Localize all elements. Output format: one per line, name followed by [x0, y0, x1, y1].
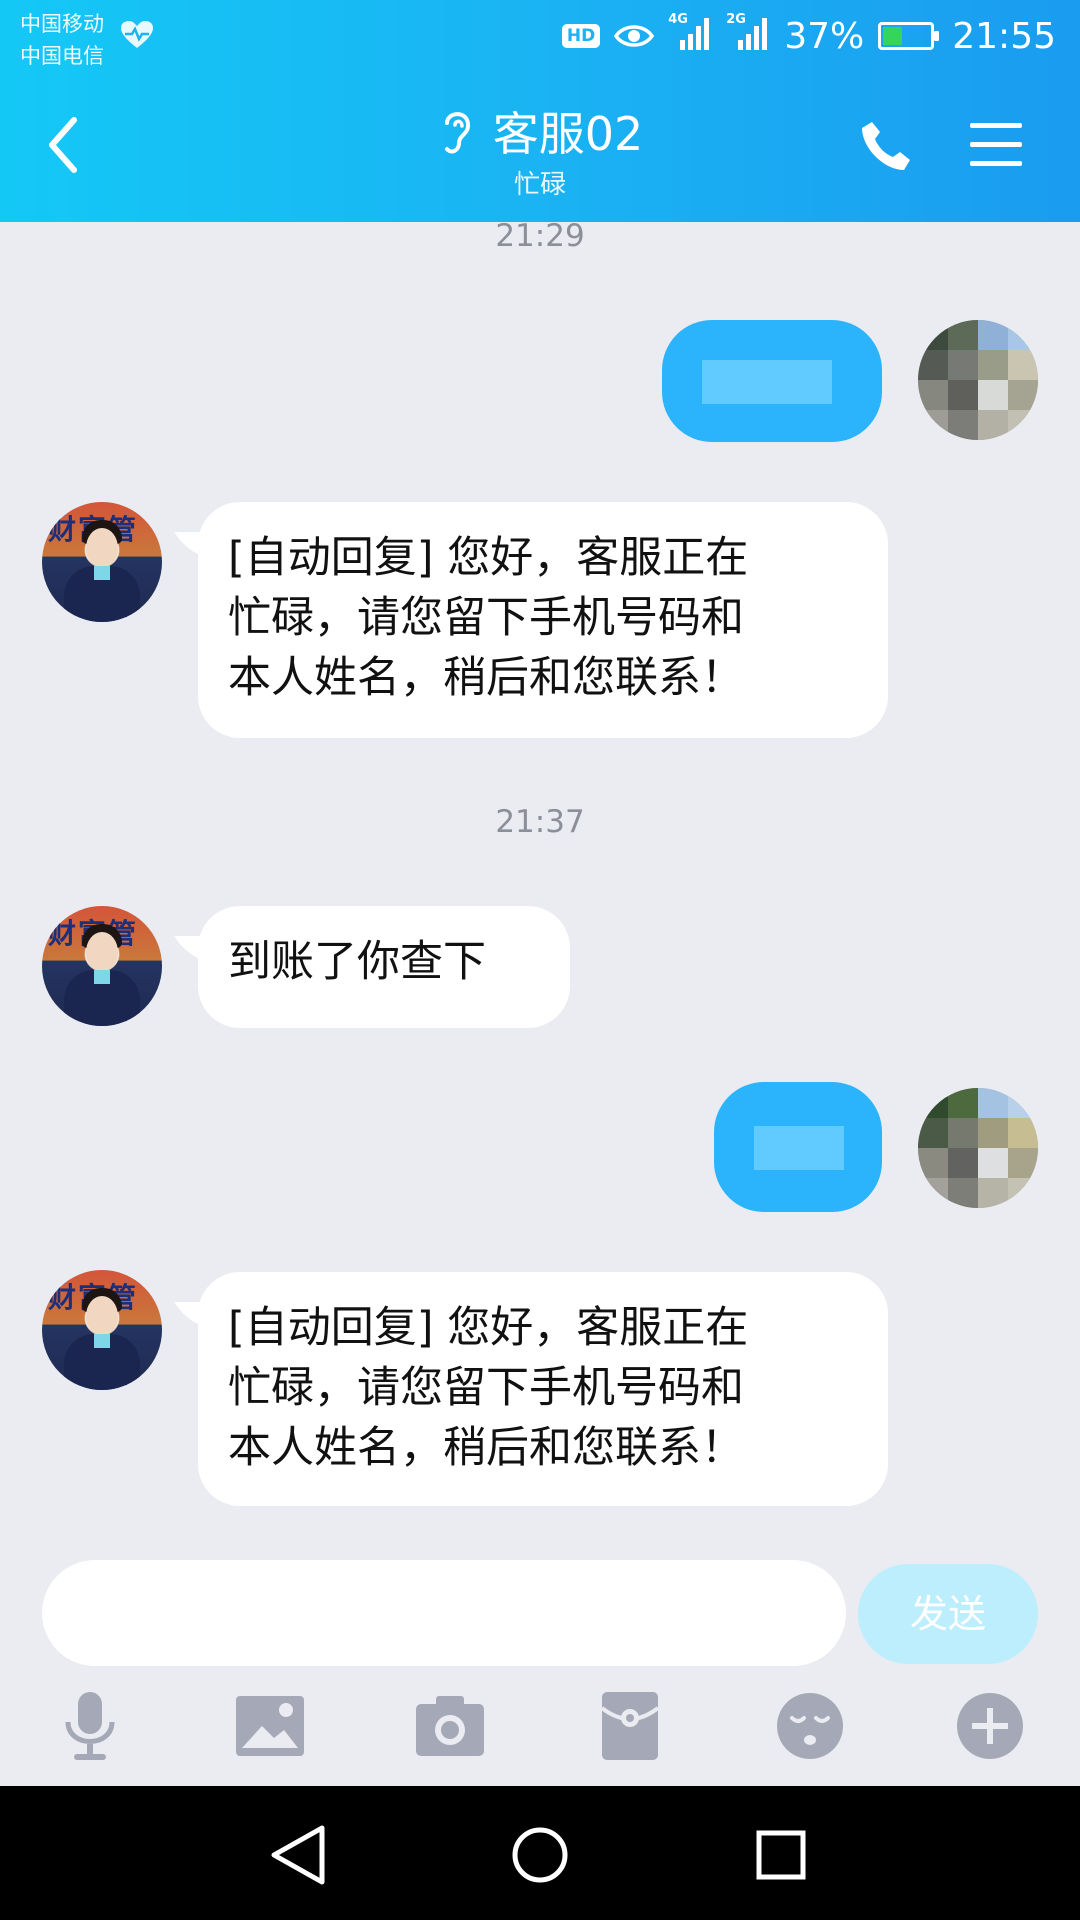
status-bar-carriers: 中国移动 中国电信	[20, 8, 104, 72]
battery-icon	[878, 22, 940, 50]
ear-icon[interactable]	[437, 105, 477, 157]
microphone-icon[interactable]	[54, 1690, 126, 1762]
nav-home-icon[interactable]	[505, 1820, 575, 1890]
signal-2g: 2G	[726, 12, 770, 56]
network-type-1: 4G	[668, 12, 688, 27]
heart-icon	[121, 21, 153, 48]
image-icon[interactable]	[234, 1690, 306, 1762]
nav-back-icon[interactable]	[264, 1820, 334, 1890]
carrier-1: 中国移动	[20, 12, 104, 36]
my-avatar[interactable]	[918, 1088, 1038, 1208]
plus-icon[interactable]	[954, 1690, 1026, 1762]
chat-status: 忙碌	[513, 170, 566, 200]
send-button[interactable]: 发送	[858, 1564, 1038, 1664]
pixelated-content	[754, 1126, 844, 1170]
chat-title: 客服02	[492, 107, 644, 161]
outgoing-message-bubble[interactable]	[662, 320, 882, 442]
emoji-icon[interactable]	[774, 1690, 846, 1762]
chat-toolbar	[0, 1690, 1080, 1786]
phone-icon[interactable]	[858, 118, 914, 174]
message-text: 到账了你查下	[228, 937, 486, 987]
pixelated-content	[702, 360, 832, 404]
agent-avatar[interactable]: 财富管	[42, 1270, 162, 1390]
eye-icon	[614, 25, 655, 47]
my-avatar[interactable]	[918, 320, 1038, 440]
nav-recents-icon[interactable]	[746, 1820, 816, 1890]
menu-icon[interactable]	[968, 120, 1024, 170]
red-packet-icon[interactable]	[594, 1690, 666, 1762]
message-text: [自动回复] 您好，客服正在 忙碌，请您留下手机号码和 本人姓名，稍后和您联系！	[228, 533, 749, 703]
message-timestamp: 21:37	[495, 804, 585, 840]
chat-header: 中国移动 中国电信 HD 4G 2G 37% 21:55 客服02 忙碌	[0, 0, 1080, 222]
hd-badge: HD	[561, 24, 601, 48]
network-type-2: 2G	[726, 12, 746, 27]
outgoing-message-bubble[interactable]	[714, 1082, 882, 1212]
message-input[interactable]	[42, 1560, 846, 1666]
camera-icon[interactable]	[414, 1690, 486, 1762]
status-time: 21:55	[952, 15, 1056, 57]
system-nav-bar	[0, 1786, 1080, 1920]
message-timestamp: 21:29	[495, 218, 585, 254]
signal-4g: 4G	[668, 12, 712, 56]
incoming-message-bubble[interactable]: [自动回复] 您好，客服正在 忙碌，请您留下手机号码和 本人姓名，稍后和您联系！	[198, 1272, 888, 1506]
status-bar-right: HD 4G 2G 37% 21:55	[561, 12, 1056, 60]
agent-avatar[interactable]: 财富管	[42, 906, 162, 1026]
chat-title-area: 客服02 忙碌	[0, 98, 1080, 201]
incoming-message-bubble[interactable]: [自动回复] 您好，客服正在 忙碌，请您留下手机号码和 本人姓名，稍后和您联系！	[198, 502, 888, 738]
battery-percent: 37%	[784, 15, 865, 57]
incoming-message-bubble[interactable]: 到账了你查下	[198, 906, 570, 1028]
carrier-2: 中国电信	[20, 44, 104, 68]
message-text: [自动回复] 您好，客服正在 忙碌，请您留下手机号码和 本人姓名，稍后和您联系！	[228, 1303, 749, 1473]
agent-avatar[interactable]: 财富管	[42, 502, 162, 622]
